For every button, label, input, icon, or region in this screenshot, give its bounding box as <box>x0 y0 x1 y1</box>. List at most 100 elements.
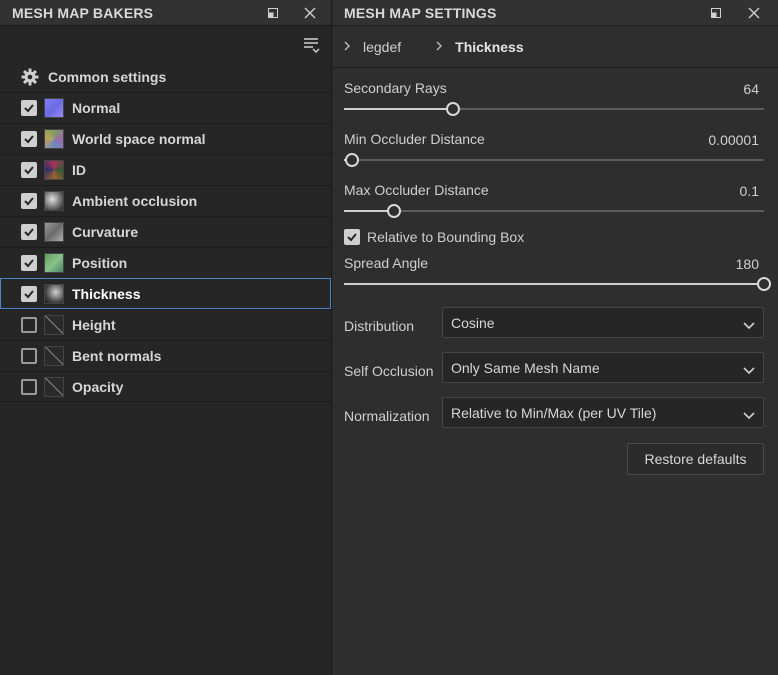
bakers-toolbar <box>0 26 331 62</box>
baker-row-id[interactable]: ID <box>0 154 331 185</box>
undock-icon[interactable] <box>264 4 282 22</box>
baker-label: Thickness <box>72 286 141 302</box>
mesh-map-bakers-panel: MESH MAP BAKERS Common settings Normal W… <box>0 0 332 675</box>
baker-label: Bent normals <box>72 348 162 364</box>
baker-checkbox[interactable] <box>21 100 37 116</box>
max-occluder-distance-slider: Max Occluder Distance 0.1 <box>333 170 778 221</box>
empty-thumb-icon <box>44 346 64 366</box>
secondary-rays-slider: Secondary Rays 64 <box>333 68 778 119</box>
slider-label: Secondary Rays <box>344 80 447 96</box>
baker-checkbox[interactable] <box>21 348 37 364</box>
close-icon[interactable] <box>745 4 763 22</box>
distribution-label: Distribution <box>344 318 415 334</box>
distribution-row: Distribution Cosine <box>333 304 778 349</box>
baker-checkbox[interactable] <box>21 162 37 178</box>
thickness-thumb <box>44 284 64 304</box>
slider-value[interactable]: 64 <box>743 81 759 97</box>
baker-label: Curvature <box>72 224 139 240</box>
undock-icon[interactable] <box>707 4 725 22</box>
distribution-select[interactable]: Cosine <box>442 307 764 338</box>
baker-row-ambient-occlusion[interactable]: Ambient occlusion <box>0 185 331 216</box>
ao-thumb <box>44 191 64 211</box>
spread-angle-slider: Spread Angle 180 <box>333 251 778 304</box>
position-thumb <box>44 253 64 273</box>
select-value: Only Same Mesh Name <box>451 360 600 376</box>
baker-row-normal[interactable]: Normal <box>0 92 331 123</box>
slider-track[interactable] <box>344 277 771 291</box>
normalization-select[interactable]: Relative to Min/Max (per UV Tile) <box>442 397 764 428</box>
baker-row-bent-normals[interactable]: Bent normals <box>0 340 331 371</box>
mesh-map-settings-panel: MESH MAP SETTINGS legdef Thickness Secon… <box>333 0 778 675</box>
baker-row-curvature[interactable]: Curvature <box>0 216 331 247</box>
relative-bbox-label: Relative to Bounding Box <box>367 229 525 245</box>
min-occluder-distance-slider: Min Occluder Distance 0.00001 <box>333 119 778 170</box>
baker-checkbox[interactable] <box>21 286 37 302</box>
baker-label: Normal <box>72 100 121 116</box>
slider-value[interactable]: 180 <box>736 256 759 272</box>
slider-label: Min Occluder Distance <box>344 131 485 147</box>
chevron-down-icon <box>743 317 755 333</box>
normal-map-thumb <box>44 98 64 118</box>
select-value: Cosine <box>451 315 495 331</box>
slider-fill <box>344 283 764 285</box>
baker-checkbox[interactable] <box>21 193 37 209</box>
chevron-down-icon <box>743 362 755 378</box>
relative-bbox-checkbox[interactable] <box>344 229 360 245</box>
slider-handle[interactable] <box>387 204 402 218</box>
filter-menu-icon[interactable] <box>303 36 321 57</box>
id-map-thumb <box>44 160 64 180</box>
chevron-down-icon <box>743 407 755 423</box>
baker-row-position[interactable]: Position <box>0 247 331 278</box>
chevron-right-icon <box>343 39 351 54</box>
common-settings-label: Common settings <box>48 69 167 85</box>
slider-fill <box>344 108 454 110</box>
baker-row-height[interactable]: Height <box>0 309 331 340</box>
self-occlusion-select[interactable]: Only Same Mesh Name <box>442 352 764 383</box>
slider-handle[interactable] <box>345 153 360 167</box>
baker-label: Opacity <box>72 378 124 395</box>
chevron-right-icon <box>435 39 443 54</box>
baker-label: ID <box>72 162 86 178</box>
empty-thumb-icon <box>44 315 64 335</box>
bakers-panel-title: MESH MAP BAKERS <box>12 4 154 21</box>
slider-value[interactable]: 0.00001 <box>708 132 759 148</box>
restore-defaults-button[interactable]: Restore defaults <box>627 443 764 475</box>
settings-panel-header: MESH MAP SETTINGS <box>333 0 778 26</box>
common-settings-row[interactable]: Common settings <box>0 62 331 92</box>
baker-checkbox[interactable] <box>21 131 37 147</box>
curvature-thumb <box>44 222 64 242</box>
self-occlusion-row: Self Occlusion Only Same Mesh Name <box>333 349 778 394</box>
settings-panel-title: MESH MAP SETTINGS <box>344 4 497 21</box>
slider-label: Spread Angle <box>344 255 429 271</box>
baker-row-world-space-normal[interactable]: World space normal <box>0 123 331 154</box>
self-occlusion-label: Self Occlusion <box>344 363 434 379</box>
select-value: Relative to Min/Max (per UV Tile) <box>451 405 657 421</box>
slider-track[interactable] <box>344 204 764 218</box>
slider-value[interactable]: 0.1 <box>740 183 759 199</box>
slider-track[interactable] <box>344 102 764 116</box>
close-icon[interactable] <box>301 4 319 22</box>
relative-bbox-row[interactable]: Relative to Bounding Box <box>333 221 778 251</box>
baker-label: Ambient occlusion <box>72 193 198 209</box>
world-normal-thumb <box>44 129 64 149</box>
slider-label: Max Occluder Distance <box>344 182 489 198</box>
slider-handle[interactable] <box>757 277 771 291</box>
normalization-label: Normalization <box>344 408 430 424</box>
slider-track[interactable] <box>344 153 764 167</box>
normalization-row: Normalization Relative to Min/Max (per U… <box>333 394 778 439</box>
baker-label: World space normal <box>72 131 206 147</box>
baker-label: Position <box>72 255 128 271</box>
baker-checkbox[interactable] <box>21 255 37 271</box>
baker-row-opacity[interactable]: Opacity <box>0 371 331 402</box>
baker-checkbox[interactable] <box>21 224 37 240</box>
breadcrumb-item-thickness: Thickness <box>455 38 524 55</box>
bakers-panel-header: MESH MAP BAKERS <box>0 0 331 26</box>
baker-row-thickness[interactable]: Thickness <box>0 278 331 309</box>
gear-icon <box>21 68 39 86</box>
baker-checkbox[interactable] <box>21 317 37 333</box>
baker-label: Height <box>72 317 116 333</box>
bakers-list: Common settings Normal World space norma… <box>0 62 331 402</box>
baker-checkbox[interactable] <box>21 378 37 395</box>
slider-handle[interactable] <box>446 102 461 116</box>
breadcrumb-item-legdef[interactable]: legdef <box>363 39 401 55</box>
